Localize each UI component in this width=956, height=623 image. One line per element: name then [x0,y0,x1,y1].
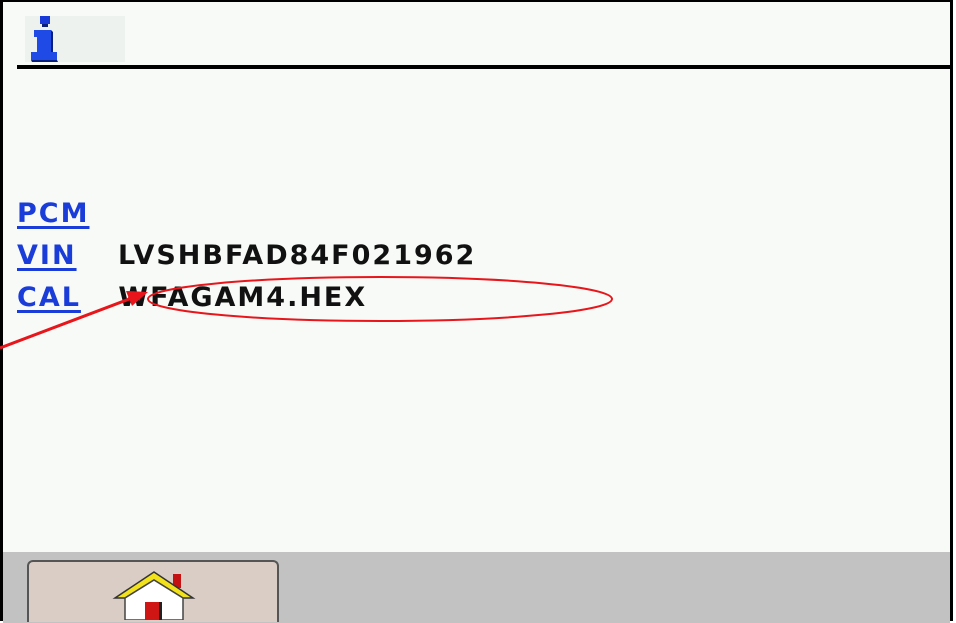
home-button[interactable] [27,560,279,622]
vin-link[interactable]: VIN [17,240,77,271]
vin-row: VIN LVSHBFAD84F021962 [17,240,476,271]
header-divider [17,65,951,69]
device-screen: PCM VIN LVSHBFAD84F021962 CAL WFAGAM4.HE… [0,0,953,623]
pcm-row: PCM [17,198,131,229]
info-icon [25,16,125,62]
pcm-link[interactable]: PCM [17,198,89,229]
cal-row: CAL WFAGAM4.HEX [17,282,367,313]
cal-link[interactable]: CAL [17,282,81,313]
home-icon [112,571,196,620]
cal-value: WFAGAM4.HEX [118,282,368,313]
header-bar [3,2,951,69]
vin-value: LVSHBFAD84F021962 [117,240,477,271]
